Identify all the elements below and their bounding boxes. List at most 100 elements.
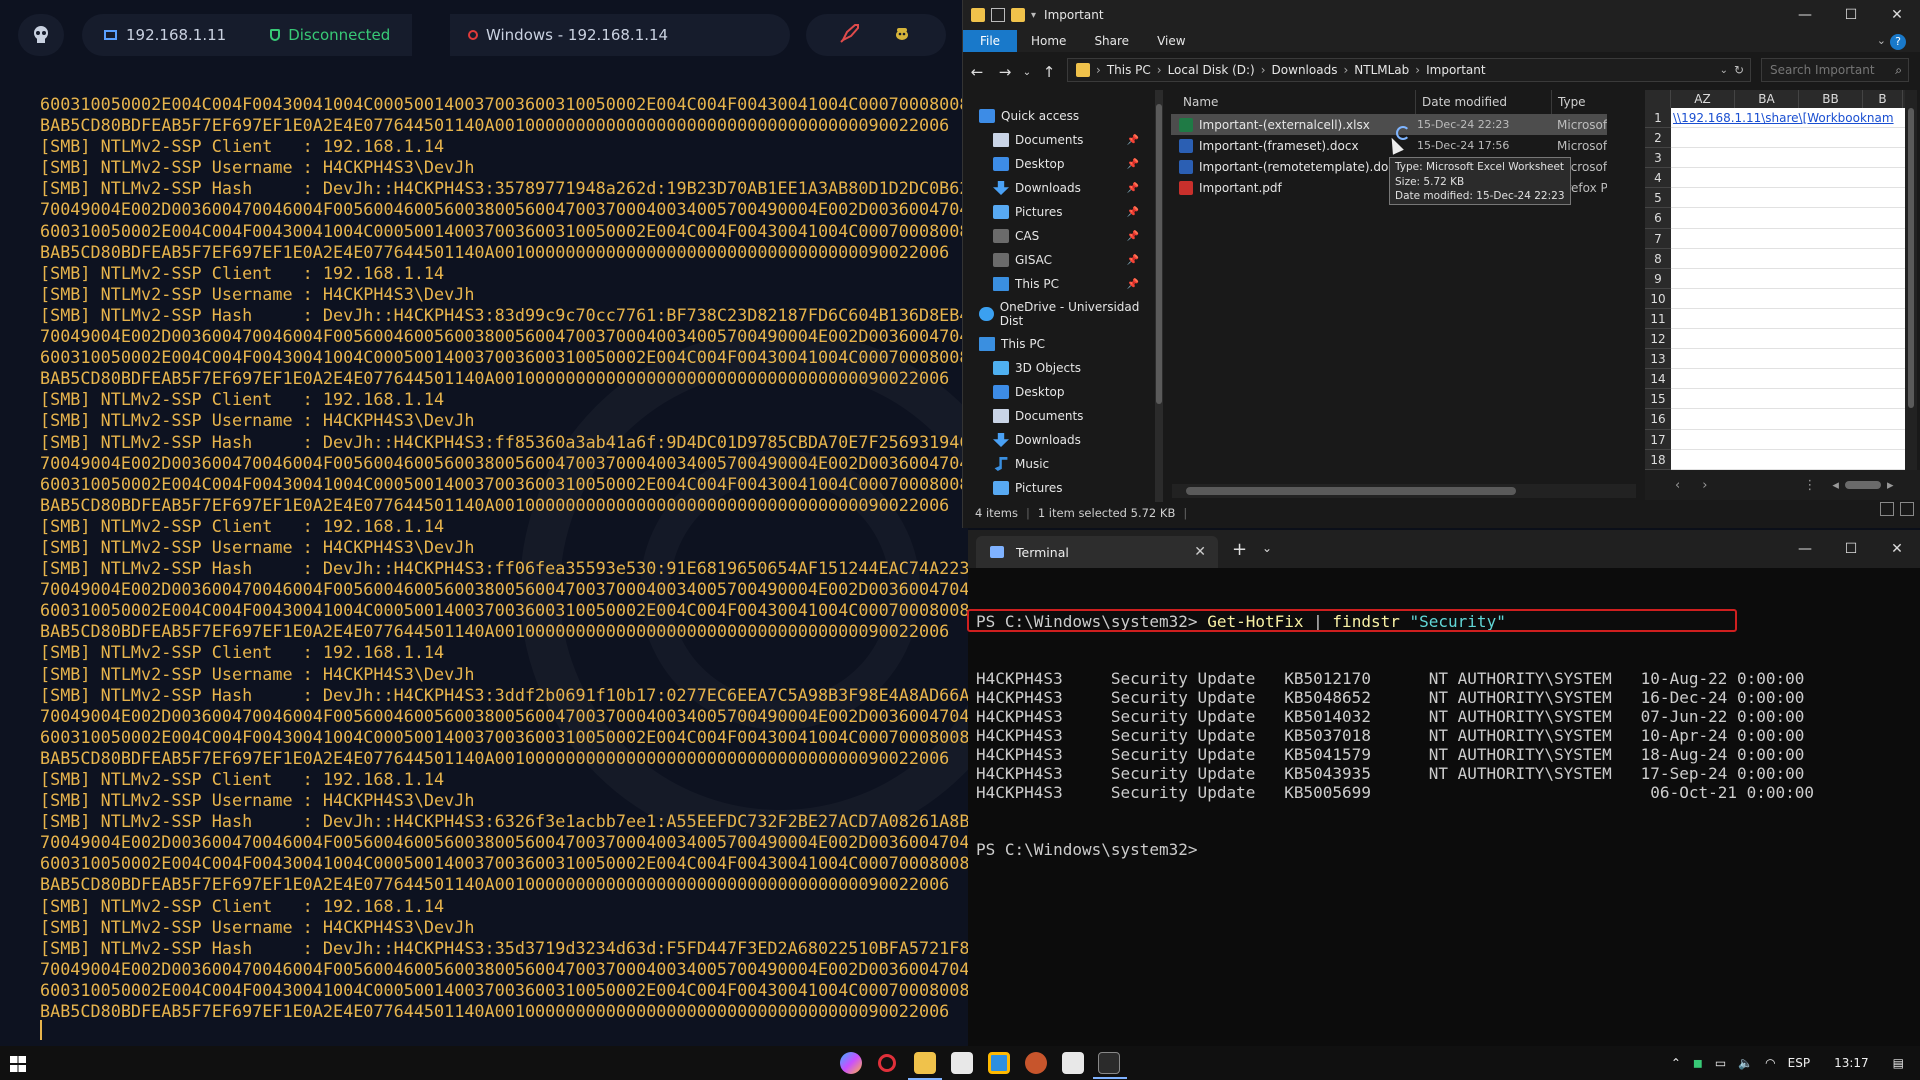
column-header[interactable]: BA — [1735, 90, 1799, 108]
windows-start-icon[interactable] — [10, 1056, 26, 1072]
row-header[interactable]: 15 — [1645, 389, 1671, 410]
nav-scrollbar[interactable] — [1155, 90, 1163, 502]
notifications-icon[interactable]: ▤ — [1893, 1056, 1904, 1070]
volume-icon[interactable]: 🔈 — [1738, 1056, 1753, 1070]
rocket-icon[interactable] — [839, 22, 861, 48]
row-header[interactable]: 7 — [1645, 228, 1671, 249]
address-bar[interactable]: › This PC › Local Disk (D:) › Downloads › NT… — [1067, 58, 1751, 82]
nav-item[interactable]: GISAC 📌 — [963, 248, 1153, 272]
row-header[interactable]: 14 — [1645, 369, 1671, 390]
up-icon[interactable]: ↑ — [1035, 63, 1063, 81]
close-button[interactable]: ✕ — [1874, 530, 1920, 568]
address-dropdown-icon[interactable]: ⌄ — [1720, 65, 1728, 76]
search-input[interactable] — [1770, 63, 1890, 77]
excel-cell[interactable] — [1671, 249, 1905, 269]
terminal-taskbar-icon[interactable] — [1093, 1052, 1127, 1079]
excel-cell[interactable] — [1671, 269, 1905, 289]
close-tab-icon[interactable]: ✕ — [1194, 544, 1206, 560]
pin-icon[interactable]: 📌 — [1127, 231, 1139, 242]
back-icon[interactable]: ← — [963, 63, 991, 81]
excel-cell[interactable] — [1671, 128, 1905, 149]
column-type[interactable]: Type — [1551, 90, 1586, 114]
nav-item[interactable]: Pictures 📌 — [963, 200, 1153, 224]
new-tab-icon[interactable]: + — [1232, 539, 1247, 560]
tab-share[interactable]: Share — [1080, 34, 1143, 48]
defender-icon[interactable]: ◼ — [1693, 1056, 1703, 1070]
row-header[interactable]: 4 — [1645, 168, 1671, 189]
tab-view[interactable]: View — [1143, 34, 1199, 48]
excel-cell[interactable] — [1671, 369, 1905, 390]
battery-icon[interactable]: ▭ — [1715, 1056, 1726, 1070]
help-icon[interactable]: ? — [1890, 34, 1906, 50]
recorder-icon[interactable] — [1025, 1052, 1047, 1074]
attacker-terminal[interactable]: 192.168.1.11 Disconnected Windows - 192.… — [0, 0, 968, 1046]
notion-icon[interactable] — [1062, 1052, 1084, 1074]
status-segment[interactable]: Disconnected — [248, 14, 413, 56]
nav-item[interactable]: OneDrive - Universidad Dist — [963, 300, 1153, 328]
copilot-icon[interactable] — [840, 1052, 862, 1074]
excel-cell[interactable] — [1671, 389, 1905, 410]
close-button[interactable]: ✕ — [1874, 0, 1920, 30]
nav-item[interactable]: Desktop — [963, 380, 1153, 404]
more-options-icon[interactable]: ⋮ — [1803, 478, 1816, 493]
pin-icon[interactable]: 📌 — [1127, 159, 1139, 170]
excel-link-cell[interactable]: \\192.168.1.11\share\[Workbooknam — [1671, 108, 1905, 129]
row-header[interactable]: 5 — [1645, 188, 1671, 209]
nav-item[interactable]: 3D Objects — [963, 356, 1153, 380]
opera-icon[interactable] — [878, 1054, 896, 1072]
local-ip-segment[interactable]: 192.168.1.11 — [82, 14, 249, 56]
column-header[interactable]: B — [1863, 90, 1903, 108]
language-indicator[interactable]: ESP — [1788, 1056, 1810, 1070]
breadcrumb[interactable]: Important — [1426, 63, 1486, 77]
row-header[interactable]: 3 — [1645, 148, 1671, 169]
nav-item[interactable]: Quick access — [963, 104, 1153, 128]
row-header[interactable]: 17 — [1645, 429, 1671, 450]
scroll-left-icon[interactable]: ◂ — [1832, 478, 1839, 493]
row-header[interactable]: 9 — [1645, 268, 1671, 289]
refresh-icon[interactable]: ↻ — [1734, 63, 1744, 77]
recent-dropdown-icon[interactable]: ⌄ — [1019, 67, 1035, 78]
nav-item[interactable]: Music — [963, 452, 1153, 476]
row-header[interactable]: 11 — [1645, 308, 1671, 330]
excel-cell[interactable] — [1671, 430, 1905, 450]
nav-item[interactable]: Pictures — [963, 476, 1153, 500]
excel-cell[interactable] — [1671, 289, 1905, 309]
target-segment[interactable]: Windows - 192.168.1.14 — [450, 14, 790, 56]
nav-item[interactable]: Documents — [963, 404, 1153, 428]
bug-icon[interactable] — [891, 22, 913, 48]
excel-cell[interactable] — [1671, 329, 1905, 350]
chevron-up-icon[interactable]: ⌃ — [1671, 1056, 1681, 1070]
row-header[interactable]: 12 — [1645, 329, 1671, 350]
excel-hscroll-thumb[interactable] — [1844, 481, 1881, 489]
excel-cell[interactable] — [1671, 309, 1905, 330]
details-view-icon[interactable] — [1880, 502, 1894, 516]
pin-icon[interactable]: 📌 — [1127, 255, 1139, 266]
excel-cell[interactable] — [1671, 188, 1905, 209]
ribbon-expand-icon[interactable]: ⌄ — [1877, 34, 1886, 47]
remote-app-icon[interactable] — [988, 1052, 1010, 1074]
row-header[interactable]: 16 — [1645, 409, 1671, 430]
nav-item[interactable]: Desktop 📌 — [963, 152, 1153, 176]
pin-icon[interactable]: 📌 — [1127, 135, 1139, 146]
column-name[interactable]: Name — [1183, 95, 1218, 109]
nav-item[interactable]: Documents 📌 — [963, 128, 1153, 152]
nav-item[interactable]: Downloads — [963, 428, 1153, 452]
select-all-corner[interactable] — [1645, 90, 1671, 108]
file-row[interactable]: Important-(externalcell).xlsx 15-Dec-24 2… — [1171, 114, 1607, 135]
nav-item[interactable]: This PC 📌 — [963, 272, 1153, 296]
file-explorer-icon[interactable] — [908, 1052, 942, 1080]
row-header[interactable]: 8 — [1645, 248, 1671, 269]
file-list-hscrollbar[interactable] — [1172, 484, 1636, 498]
properties-icon[interactable] — [991, 8, 1005, 22]
maximize-button[interactable]: ☐ — [1828, 530, 1874, 568]
excel-cell[interactable] — [1671, 148, 1905, 169]
pin-icon[interactable]: 📌 — [1127, 279, 1139, 290]
maximize-button[interactable]: ☐ — [1828, 0, 1874, 30]
nav-item[interactable]: This PC — [963, 332, 1153, 356]
excel-cell[interactable] — [1671, 409, 1905, 430]
wifi-icon[interactable]: ◠ — [1765, 1056, 1775, 1070]
nav-item[interactable]: Downloads 📌 — [963, 176, 1153, 200]
store-icon[interactable] — [951, 1052, 973, 1074]
terminal-tab[interactable]: Terminal ✕ — [976, 536, 1218, 568]
prev-sheet-icon[interactable]: ‹ — [1675, 478, 1680, 493]
